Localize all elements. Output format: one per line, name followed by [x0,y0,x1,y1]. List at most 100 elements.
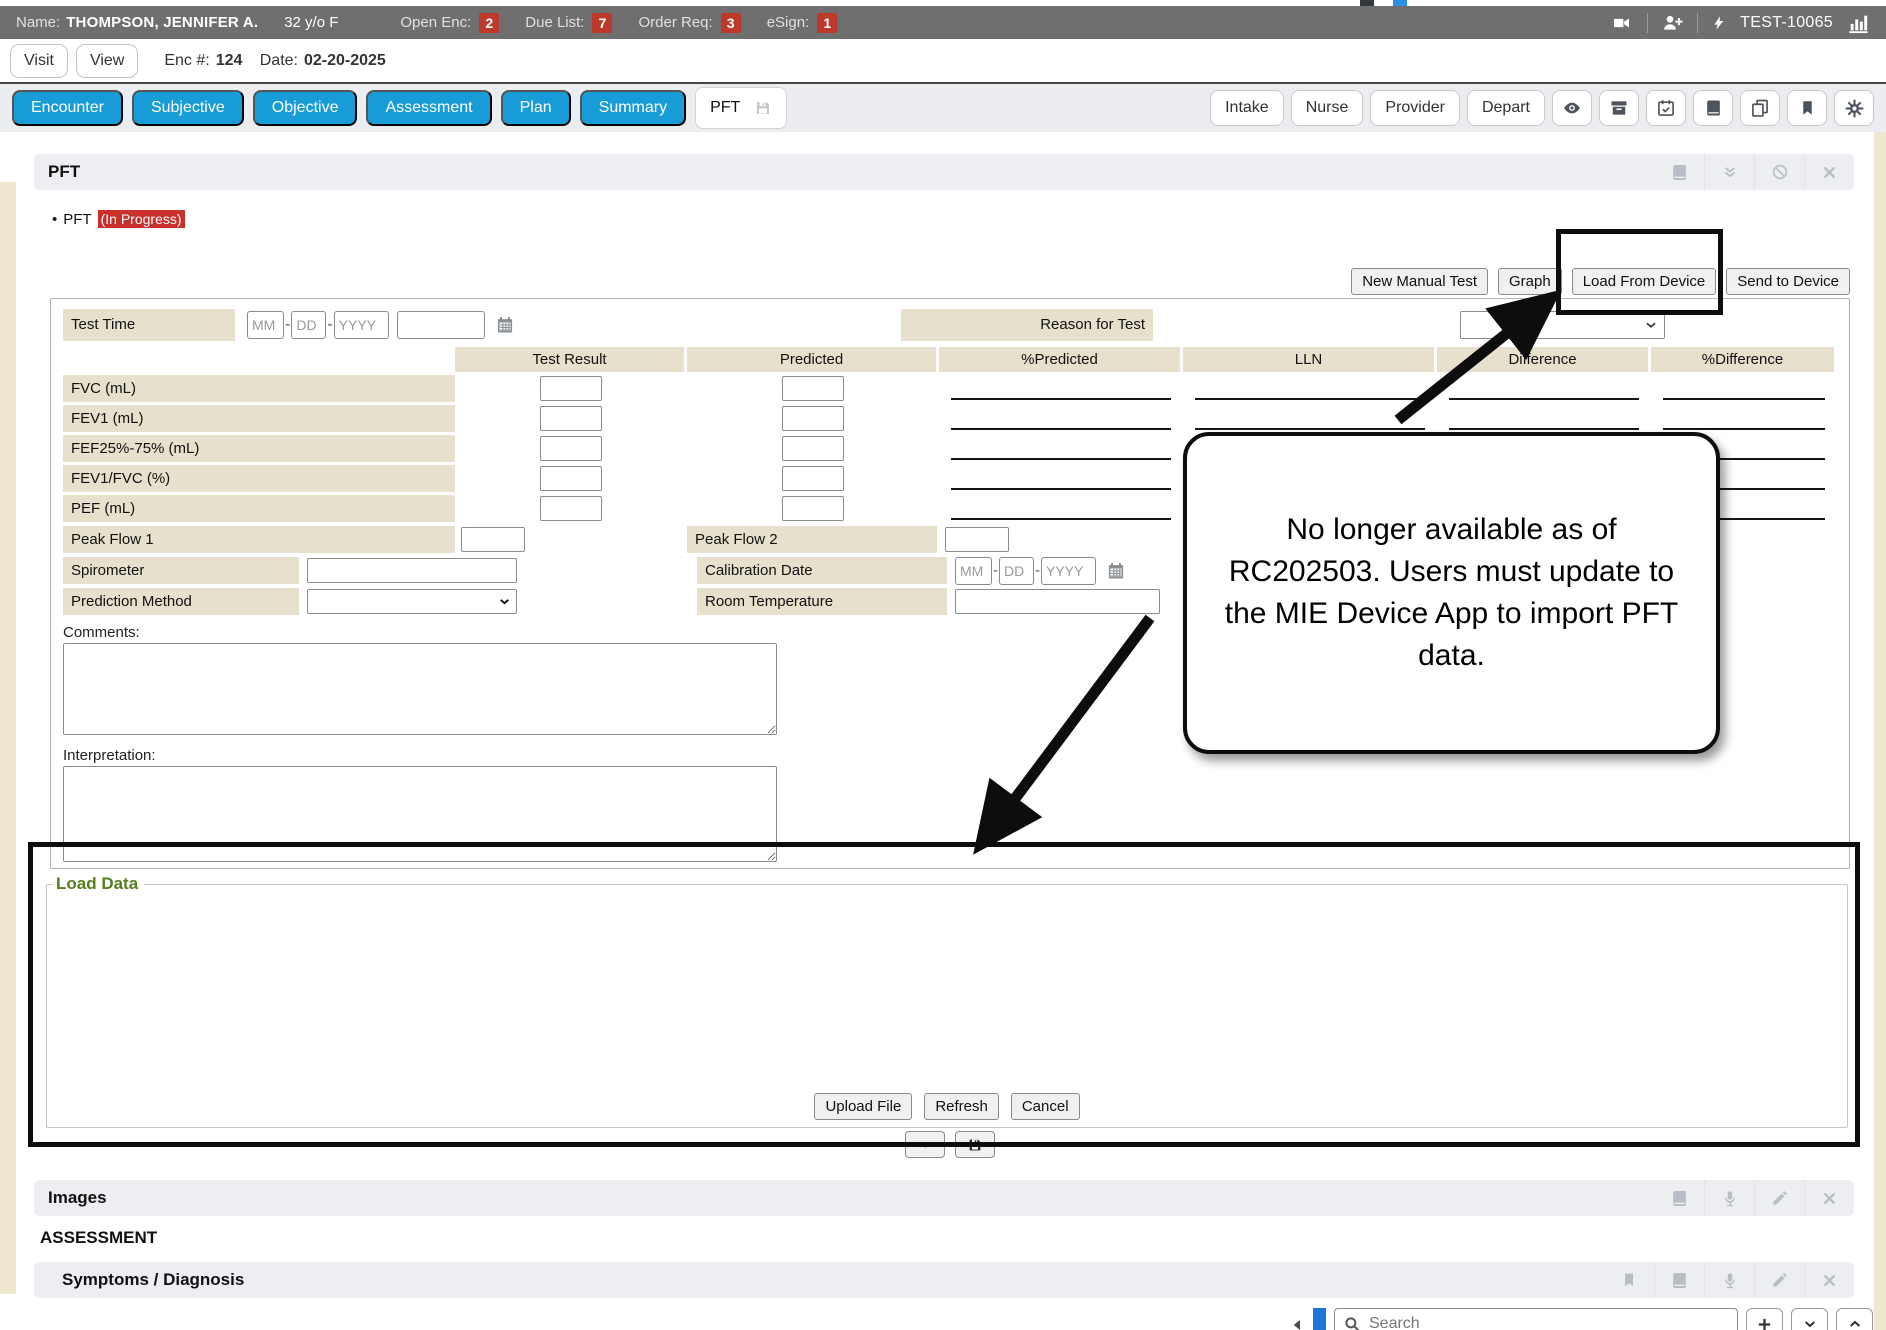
load-data-legend: Load Data [53,874,144,894]
esign-count[interactable]: eSign: 1 [767,13,838,33]
close-icon[interactable] [1804,1262,1854,1298]
pencil-icon[interactable] [1754,1180,1804,1216]
bar-chart-icon[interactable] [1846,12,1870,34]
pft-item-label[interactable]: PFT [63,211,91,228]
microphone-icon[interactable] [1704,1262,1754,1298]
archive-icon[interactable] [1599,90,1639,126]
gears-icon[interactable] [1834,90,1874,126]
book-icon[interactable] [1654,1180,1704,1216]
tab-assessment[interactable]: Assessment [366,90,491,126]
calibration-month-input[interactable] [955,557,992,585]
fvc-predicted-input[interactable] [782,376,844,401]
chevron-up-icon[interactable] [1836,1308,1873,1330]
pef-difference-value [1437,495,1651,522]
interpretation-textarea[interactable] [63,766,777,862]
fev1-test-result-input[interactable] [540,406,602,431]
chevron-down-icon[interactable] [1791,1308,1828,1330]
load-from-device-button[interactable]: Load From Device [1572,268,1717,295]
visit-button[interactable]: Visit [10,44,68,78]
save-icon[interactable] [955,1131,995,1158]
calibration-year-input[interactable] [1041,557,1096,585]
room-temperature-input[interactable] [955,589,1160,614]
pef-predicted-input[interactable] [782,496,844,521]
order-req-badge[interactable]: 3 [721,13,741,33]
microphone-icon[interactable] [1704,1180,1754,1216]
fvc-test-result-input[interactable] [540,376,602,401]
ban-icon[interactable] [1754,154,1804,190]
row-label-fvc: FVC (mL) [63,375,455,402]
due-list-count[interactable]: Due List: 7 [525,13,612,33]
tab-pft-active[interactable]: PFT [695,87,787,129]
tab-objective[interactable]: Objective [253,90,358,126]
order-req-count[interactable]: Order Req: 3 [638,13,740,33]
fef-pct-difference-value [1651,435,1837,462]
fev1-fvc-difference-value [1437,465,1651,492]
calendar-icon[interactable] [1106,561,1126,581]
new-manual-test-button[interactable]: New Manual Test [1351,268,1488,295]
test-time-year-input[interactable] [334,311,389,339]
chevron-down-icon[interactable] [905,1131,945,1158]
open-enc-badge[interactable]: 2 [479,13,499,33]
book-icon[interactable] [1654,154,1704,190]
close-icon[interactable] [1804,154,1854,190]
fev1-fvc-test-result-input[interactable] [540,466,602,491]
comments-textarea[interactable] [63,643,777,735]
test-time-day-input[interactable] [291,311,326,339]
cancel-button[interactable]: Cancel [1011,1093,1080,1120]
eye-icon[interactable] [1552,90,1592,126]
graph-button[interactable]: Graph [1498,268,1562,295]
fef-test-result-input[interactable] [540,436,602,461]
calendar-icon[interactable] [495,315,515,335]
fev1-fvc-predicted-input[interactable] [782,466,844,491]
test-time-time-input[interactable] [397,311,485,339]
provider-button[interactable]: Provider [1370,90,1460,126]
test-time-month-input[interactable] [247,311,284,339]
book-icon[interactable] [1693,90,1733,126]
accent-bar [1313,1308,1326,1330]
peak-flow-1-input[interactable] [461,527,525,552]
close-icon[interactable] [1804,1180,1854,1216]
pencil-icon[interactable] [1754,1262,1804,1298]
copy-icon[interactable] [1740,90,1780,126]
calibration-day-input[interactable] [999,557,1034,585]
intake-button[interactable]: Intake [1210,90,1284,126]
triangle-left-icon[interactable] [1290,1317,1305,1330]
open-enc-count[interactable]: Open Enc: 2 [400,13,499,33]
due-list-badge[interactable]: 7 [592,13,612,33]
upload-file-button[interactable]: Upload File [814,1093,912,1120]
open-enc-label: Open Enc: [400,14,471,31]
reason-for-test-select[interactable] [1460,311,1665,339]
peak-flow-2-input[interactable] [945,527,1009,552]
spirometer-input[interactable] [307,558,517,583]
fvc-pct-predicted-value [939,375,1183,402]
send-to-device-button[interactable]: Send to Device [1726,268,1850,295]
tab-plan[interactable]: Plan [501,90,571,126]
tab-subjective[interactable]: Subjective [132,90,244,126]
tab-summary[interactable]: Summary [580,90,686,126]
book-icon[interactable] [1654,1262,1704,1298]
view-button[interactable]: View [76,44,138,78]
person-add-icon[interactable] [1661,13,1684,33]
pef-predicted-cell [687,495,939,522]
double-chevron-down-icon[interactable] [1704,154,1754,190]
refresh-button[interactable]: Refresh [924,1093,999,1120]
calendar-check-icon[interactable] [1646,90,1686,126]
tab-encounter[interactable]: Encounter [12,90,123,126]
fev1-predicted-input[interactable] [782,406,844,431]
prediction-method-select[interactable] [307,589,517,614]
pef-test-result-input[interactable] [540,496,602,521]
video-camera-icon[interactable] [1609,14,1634,32]
browser-edge [0,0,1886,6]
fef-predicted-input[interactable] [782,436,844,461]
pft-actions: New Manual Test Graph Load From Device S… [1351,268,1850,295]
search-input[interactable] [1334,1308,1738,1330]
save-icon[interactable] [754,99,772,117]
plus-icon[interactable] [1746,1308,1783,1330]
depart-button[interactable]: Depart [1467,90,1545,126]
esign-badge[interactable]: 1 [817,13,837,33]
lightning-icon[interactable] [1711,13,1727,33]
symptoms-section-header: Symptoms / Diagnosis [34,1262,1854,1298]
bookmark-icon[interactable] [1787,90,1827,126]
bookmark-icon[interactable] [1604,1262,1654,1298]
nurse-button[interactable]: Nurse [1291,90,1364,126]
